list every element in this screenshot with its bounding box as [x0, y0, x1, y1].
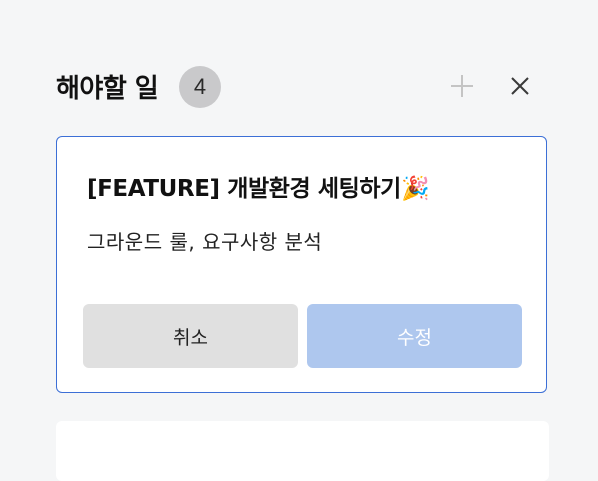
column-header: 해야할 일 4 [56, 62, 548, 110]
cancel-button[interactable]: 취소 [83, 304, 298, 368]
close-icon [511, 77, 529, 95]
task-description[interactable]: 그라운드 룰, 요구사항 분석 [87, 226, 322, 255]
next-task-card[interactable] [56, 421, 549, 481]
plus-icon [451, 75, 473, 97]
add-task-button[interactable] [446, 70, 478, 102]
task-title[interactable]: [FEATURE] 개발환경 세팅하기🎉 [87, 169, 430, 203]
task-count-badge: 4 [179, 66, 221, 108]
close-column-button[interactable] [504, 70, 536, 102]
task-edit-card: [FEATURE] 개발환경 세팅하기🎉 그라운드 룰, 요구사항 분석 취소 … [56, 136, 547, 393]
column-title: 해야할 일 [56, 74, 159, 104]
edit-button[interactable]: 수정 [307, 304, 522, 368]
